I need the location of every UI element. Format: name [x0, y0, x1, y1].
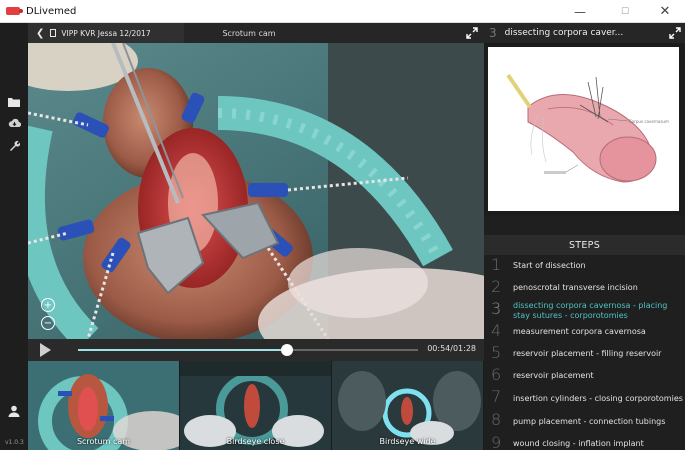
version-label: v1.0.3: [5, 439, 24, 446]
step-label: reservoir placement: [513, 371, 594, 380]
zoom-out-icon[interactable]: −: [41, 316, 55, 330]
seek-progress: [78, 349, 287, 351]
step-item-8[interactable]: 8 pump placement - connection tubings: [484, 410, 685, 434]
minimize-button[interactable]: —: [560, 0, 600, 23]
step-number: 5: [491, 343, 502, 362]
step-number: 9: [491, 433, 502, 450]
sidebar: v1.0.3: [0, 23, 28, 450]
playback-bar: 00:54/01:28: [28, 339, 484, 361]
step-item-6[interactable]: 6 reservoir placement: [484, 365, 685, 387]
app-title: DLivemed: [26, 5, 77, 17]
step-label: dissecting corpora cavernosa - placing s…: [513, 301, 668, 320]
thumbnail-birdseye-close[interactable]: Birdseye close: [180, 361, 332, 450]
step-number: 8: [491, 410, 502, 429]
step-number: 2: [491, 277, 502, 296]
step-number: 4: [491, 321, 502, 340]
current-step-header: 3 dissecting corpora caver...: [484, 23, 685, 43]
surgery-video-frame: [28, 43, 484, 339]
step-item-2[interactable]: 2 penoscrotal transverse incision: [484, 277, 685, 299]
illustration-annotation: Corpus cavernosum: [629, 119, 669, 124]
step-label: wound closing - inflation implant: [513, 439, 644, 448]
time-display: 00:54/01:28: [427, 344, 476, 353]
step-item-9[interactable]: 9 wound closing - inflation implant: [484, 433, 685, 450]
cloud-download-icon[interactable]: [6, 115, 22, 131]
camera-thumbnails: Scrotum cam Birdseye close Birdseye wide: [28, 361, 484, 450]
document-icon: [50, 29, 57, 37]
step-item-1[interactable]: 1 Start of dissection: [484, 255, 685, 277]
step-number: 1: [491, 255, 502, 274]
step-illustration[interactable]: Corpus cavernosum: [488, 47, 679, 211]
step-label: pump placement - connection tubings: [513, 417, 666, 426]
current-step-title: dissecting corpora caver...: [504, 28, 624, 38]
thumbnail-label: Scrotum cam: [76, 437, 131, 446]
expand-illustration-icon[interactable]: [668, 26, 682, 40]
step-label: measurement corpora cavernosa: [513, 327, 646, 336]
expand-video-icon[interactable]: [465, 26, 479, 40]
main-video[interactable]: + −: [28, 43, 484, 339]
step-label: insertion cylinders - closing corporotom…: [513, 394, 683, 403]
current-step-number: 3: [489, 26, 497, 40]
app-window: DLivemed — ☐ ✕ v1.0.3 ❮ VIPP KVR Jessa 1…: [0, 0, 685, 450]
step-label: reservoir placement - filling reservoir: [513, 349, 662, 358]
back-chevron-icon[interactable]: ❮: [36, 28, 44, 39]
anatomy-illustration: Corpus cavernosum: [488, 47, 679, 211]
folder-icon[interactable]: [6, 94, 22, 110]
step-item-5[interactable]: 5 reservoir placement - filling reservoi…: [484, 343, 685, 365]
user-icon[interactable]: [6, 403, 22, 419]
seek-handle[interactable]: [280, 344, 293, 356]
step-item-4[interactable]: 4 measurement corpora cavernosa: [484, 321, 685, 343]
wrench-icon[interactable]: [6, 137, 22, 153]
step-number: 3: [491, 299, 502, 318]
panel-spacer: [484, 215, 685, 235]
play-icon[interactable]: [40, 343, 51, 357]
maximize-button[interactable]: ☐: [605, 0, 645, 23]
step-number: 7: [491, 387, 502, 406]
zoom-in-icon[interactable]: +: [41, 298, 55, 312]
steps-list: 1 Start of dissection 2 penoscrotal tran…: [484, 255, 685, 450]
step-number: 6: [491, 365, 502, 384]
app-logo-icon: [6, 7, 23, 15]
thumbnail-birdseye-wide[interactable]: Birdseye wide: [332, 361, 484, 450]
title-bar: DLivemed — ☐ ✕: [0, 0, 685, 23]
step-item-7[interactable]: 7 insertion cylinders - closing corporot…: [484, 387, 685, 411]
breadcrumb-label: VIPP KVR Jessa 12/2017: [61, 28, 151, 38]
step-label: penoscrotal transverse incision: [513, 283, 638, 292]
steps-header: STEPS: [484, 235, 685, 255]
thumbnail-label: Birdseye close: [226, 437, 285, 446]
camera-name: Scrotum cam: [222, 28, 276, 38]
video-header: ❮ VIPP KVR Jessa 12/2017 Scrotum cam: [28, 23, 484, 43]
step-item-3[interactable]: 3 dissecting corpora cavernosa - placing…: [484, 299, 685, 323]
breadcrumb[interactable]: ❮ VIPP KVR Jessa 12/2017: [28, 23, 184, 43]
thumbnail-scrotum-cam[interactable]: Scrotum cam: [28, 361, 180, 450]
seek-track[interactable]: [78, 344, 418, 356]
close-button[interactable]: ✕: [645, 0, 685, 23]
thumbnail-label: Birdseye wide: [379, 437, 436, 446]
step-label: Start of dissection: [513, 261, 586, 270]
